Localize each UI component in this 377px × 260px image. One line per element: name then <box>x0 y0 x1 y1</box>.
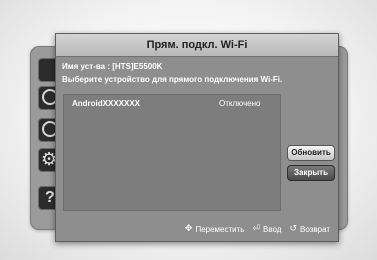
back-hint: ↺ Возврат <box>289 224 330 234</box>
device-name-label: Имя уст-ва : [HTS]E5500K <box>62 62 163 71</box>
back-hint-label: Возврат <box>300 224 330 234</box>
move-hint-label: Переместить <box>195 224 245 234</box>
instruction-text: Выберите устройство для прямого подключе… <box>62 75 283 84</box>
enter-hint-label: Ввод <box>263 224 282 234</box>
refresh-button[interactable]: Обновить <box>287 145 335 161</box>
enter-hint: ⏎ Ввод <box>252 224 281 234</box>
device-list-item[interactable]: AndroidXXXXXXX Отключено <box>64 99 280 113</box>
dpad-icon: ✥ <box>184 224 193 234</box>
device-status: Отключено <box>219 99 261 108</box>
dialog-title: Прям. подкл. Wi-Fi <box>56 34 338 57</box>
device-list: AndroidXXXXXXX Отключено <box>63 94 281 211</box>
close-button[interactable]: Закрыть <box>287 165 335 181</box>
return-icon: ↺ <box>289 224 297 234</box>
move-hint: ✥ Переместить <box>185 224 245 234</box>
wifi-direct-dialog: Прям. подкл. Wi-Fi Имя уст-ва : [HTS]E55… <box>55 33 339 242</box>
device-name: AndroidXXXXXXX <box>72 99 141 108</box>
enter-icon: ⏎ <box>252 224 261 234</box>
footer-hints: ✥ Переместить ⏎ Ввод ↺ Возврат <box>177 223 330 235</box>
